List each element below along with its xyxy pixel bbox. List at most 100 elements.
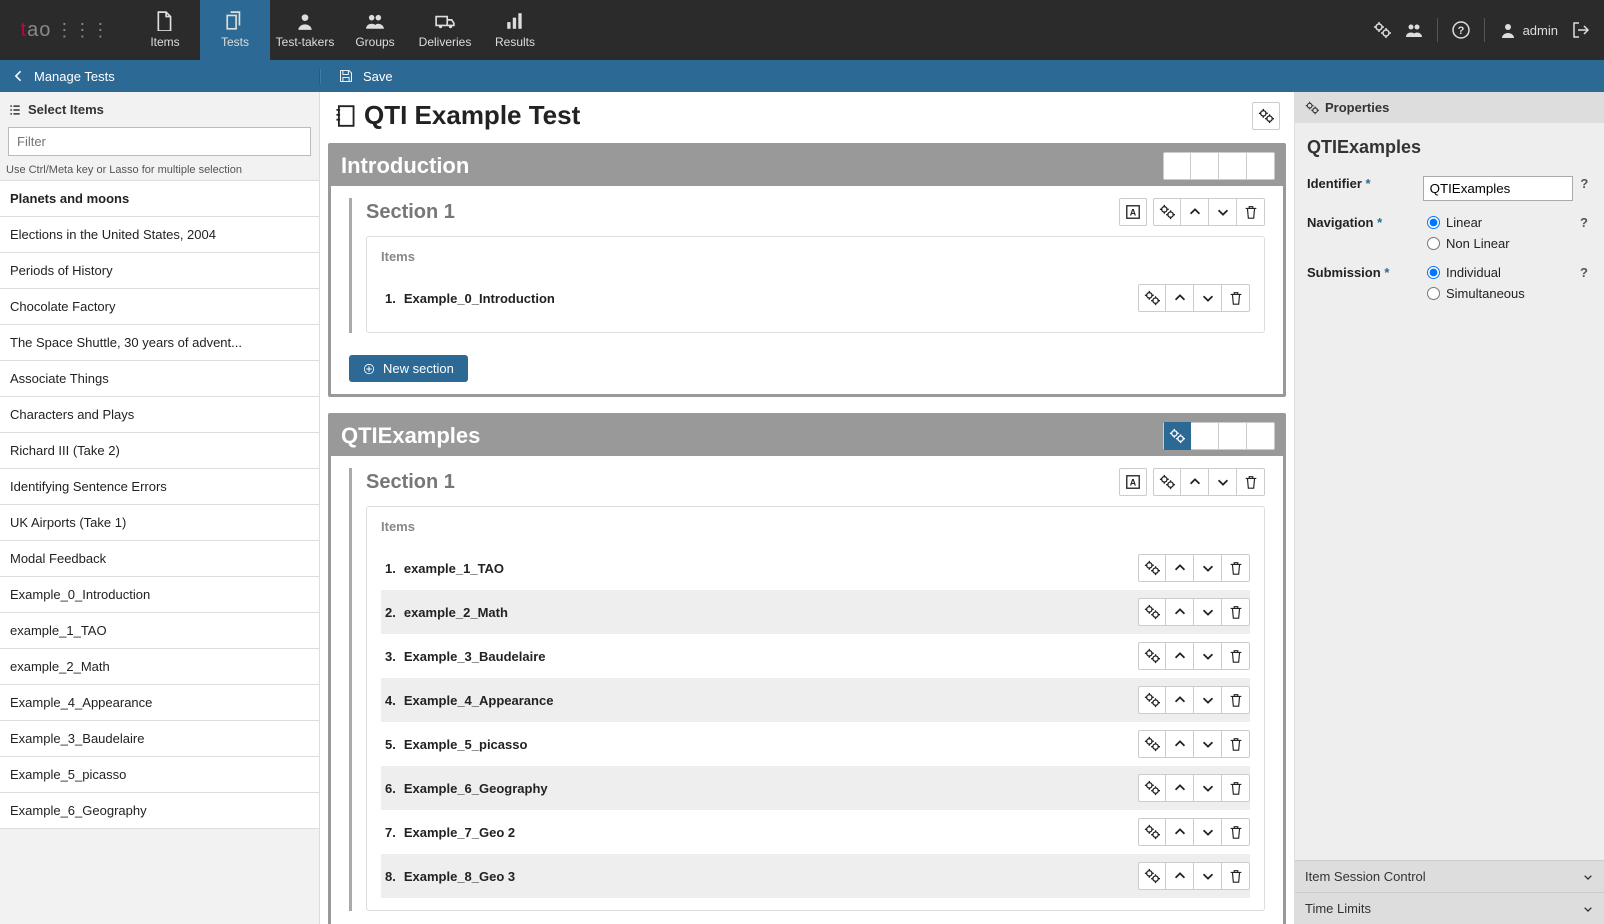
item-row[interactable]: UK Airports (Take 1) bbox=[0, 505, 319, 541]
gear-icon[interactable] bbox=[1138, 862, 1166, 890]
test-item-row: 8.Example_8_Geo 3 bbox=[381, 854, 1250, 898]
submission-option[interactable]: Individual bbox=[1427, 265, 1572, 280]
item-row[interactable]: example_1_TAO bbox=[0, 613, 319, 649]
move-up-button bbox=[1181, 468, 1209, 496]
move-down-button[interactable] bbox=[1194, 730, 1222, 758]
logout-icon[interactable] bbox=[1572, 21, 1590, 39]
accordion-time-limits[interactable]: Time Limits bbox=[1295, 892, 1604, 924]
logo[interactable]: tao ⋮⋮⋮ bbox=[0, 0, 130, 60]
gear-icon[interactable] bbox=[1153, 198, 1181, 226]
test-settings-button[interactable] bbox=[1252, 102, 1280, 130]
move-down-button[interactable] bbox=[1194, 818, 1222, 846]
delete-button[interactable] bbox=[1222, 598, 1250, 626]
move-up-button[interactable] bbox=[1191, 422, 1219, 450]
settings-icon[interactable] bbox=[1373, 21, 1391, 39]
gear-icon[interactable] bbox=[1138, 554, 1166, 582]
item-row[interactable]: Periods of History bbox=[0, 253, 319, 289]
move-up-button[interactable] bbox=[1166, 818, 1194, 846]
move-up-button[interactable] bbox=[1166, 862, 1194, 890]
delete-button[interactable] bbox=[1222, 730, 1250, 758]
nav-groups[interactable]: Groups bbox=[340, 0, 410, 60]
help-icon[interactable]: ? bbox=[1577, 176, 1592, 191]
nav-test-takers[interactable]: Test-takers bbox=[270, 0, 340, 60]
nav-items[interactable]: Items bbox=[130, 0, 200, 60]
item-row[interactable]: Example_0_Introduction bbox=[0, 577, 319, 613]
move-down-button[interactable] bbox=[1194, 774, 1222, 802]
divider bbox=[1437, 18, 1438, 42]
gear-icon[interactable] bbox=[1163, 152, 1191, 180]
move-down-button[interactable] bbox=[1194, 686, 1222, 714]
item-row[interactable]: Identifying Sentence Errors bbox=[0, 469, 319, 505]
gear-icon[interactable] bbox=[1163, 422, 1191, 450]
gear-icon[interactable] bbox=[1138, 598, 1166, 626]
help-icon[interactable]: ? bbox=[1576, 265, 1592, 280]
delete-button[interactable] bbox=[1222, 818, 1250, 846]
move-up-button bbox=[1166, 284, 1194, 312]
item-row[interactable]: Richard III (Take 2) bbox=[0, 433, 319, 469]
move-down-button[interactable] bbox=[1194, 642, 1222, 670]
navigation-option[interactable]: Non Linear bbox=[1427, 236, 1572, 251]
filter-input[interactable] bbox=[8, 127, 311, 156]
delete-button[interactable] bbox=[1222, 554, 1250, 582]
gear-icon[interactable] bbox=[1153, 468, 1181, 496]
item-row[interactable]: Example_5_picasso bbox=[0, 757, 319, 793]
move-down-button[interactable] bbox=[1194, 598, 1222, 626]
delete-button[interactable] bbox=[1222, 774, 1250, 802]
test-item-row: 5.Example_5_picasso bbox=[381, 722, 1250, 766]
move-up-button[interactable] bbox=[1166, 598, 1194, 626]
navigation-option[interactable]: Linear bbox=[1427, 215, 1572, 230]
test-item-row: 1.example_1_TAO bbox=[381, 546, 1250, 590]
username: admin bbox=[1523, 23, 1558, 38]
gear-icon[interactable] bbox=[1138, 818, 1166, 846]
item-row[interactable]: example_2_Math bbox=[0, 649, 319, 685]
nav-deliveries[interactable]: Deliveries bbox=[410, 0, 480, 60]
move-down-button[interactable] bbox=[1194, 554, 1222, 582]
item-row[interactable]: The Space Shuttle, 30 years of advent... bbox=[0, 325, 319, 361]
test-item-row: 7.Example_7_Geo 2 bbox=[381, 810, 1250, 854]
move-up-button[interactable] bbox=[1166, 642, 1194, 670]
item-row[interactable]: Elections in the United States, 2004 bbox=[0, 217, 319, 253]
help-icon[interactable]: ? bbox=[1576, 215, 1592, 230]
item-row[interactable]: Example_3_Baudelaire bbox=[0, 721, 319, 757]
nav-results[interactable]: Results bbox=[480, 0, 550, 60]
identifier-input[interactable] bbox=[1423, 176, 1573, 201]
rubric-button[interactable] bbox=[1119, 198, 1147, 226]
delete-button[interactable] bbox=[1222, 642, 1250, 670]
users-icon[interactable] bbox=[1405, 21, 1423, 39]
item-row[interactable]: Modal Feedback bbox=[0, 541, 319, 577]
gear-icon[interactable] bbox=[1138, 730, 1166, 758]
nav-tests[interactable]: Tests bbox=[200, 0, 270, 60]
item-row[interactable]: Characters and Plays bbox=[0, 397, 319, 433]
item-row[interactable]: Chocolate Factory bbox=[0, 289, 319, 325]
move-up-button[interactable] bbox=[1166, 774, 1194, 802]
item-row[interactable]: Example_4_Appearance bbox=[0, 685, 319, 721]
rubric-button[interactable] bbox=[1119, 468, 1147, 496]
action-bar: Manage Tests Save bbox=[0, 60, 1604, 92]
delete-button[interactable] bbox=[1222, 284, 1250, 312]
save-button[interactable]: Save bbox=[320, 69, 1604, 84]
test-item-row: 6.Example_6_Geography bbox=[381, 766, 1250, 810]
delete-button[interactable] bbox=[1247, 422, 1275, 450]
delete-button[interactable] bbox=[1222, 862, 1250, 890]
item-row[interactable]: Example_6_Geography bbox=[0, 793, 319, 829]
items-panel: Select Items Use Ctrl/Meta key or Lasso … bbox=[0, 92, 320, 924]
move-up-button[interactable] bbox=[1166, 686, 1194, 714]
item-row[interactable]: Planets and moons bbox=[0, 181, 319, 217]
move-up-button[interactable] bbox=[1166, 730, 1194, 758]
move-down-button bbox=[1194, 284, 1222, 312]
help-icon[interactable] bbox=[1452, 21, 1470, 39]
move-down-button[interactable] bbox=[1219, 152, 1247, 180]
item-row[interactable]: Associate Things bbox=[0, 361, 319, 397]
user-menu[interactable]: admin bbox=[1499, 21, 1558, 39]
test-item-row: 2.example_2_Math bbox=[381, 590, 1250, 634]
gear-icon[interactable] bbox=[1138, 642, 1166, 670]
gear-icon[interactable] bbox=[1138, 284, 1166, 312]
back-button[interactable]: Manage Tests bbox=[0, 69, 320, 84]
accordion-item-session-control[interactable]: Item Session Control bbox=[1295, 860, 1604, 892]
delete-button[interactable] bbox=[1222, 686, 1250, 714]
new-section-button[interactable]: New section bbox=[349, 355, 468, 382]
delete-button[interactable] bbox=[1247, 152, 1275, 180]
submission-option[interactable]: Simultaneous bbox=[1427, 286, 1572, 301]
gear-icon[interactable] bbox=[1138, 774, 1166, 802]
gear-icon[interactable] bbox=[1138, 686, 1166, 714]
